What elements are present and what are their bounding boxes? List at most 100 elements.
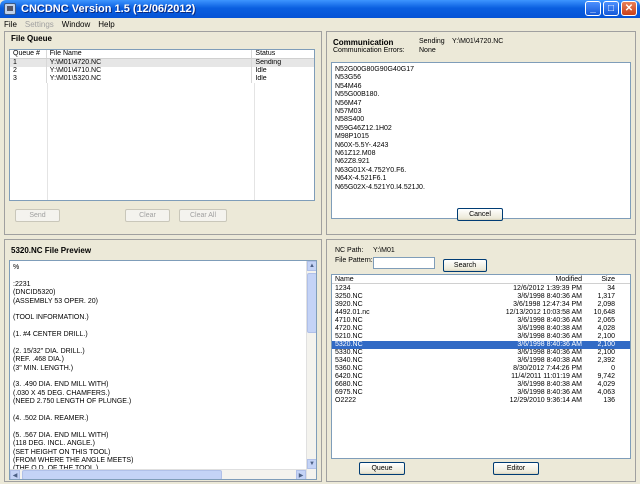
file-preview-text[interactable]: %:2231 (DNCID5320) (ASSEMBLY 53 OPER. 20) (… — [9, 260, 317, 480]
file-modified: 12/13/2012 10:03:58 AM — [505, 309, 582, 316]
file-name: O2222 — [335, 397, 357, 404]
queue-status: Idle — [255, 67, 267, 74]
queue-row[interactable]: 1 Y:\M01\4720.NC Sending — [10, 59, 314, 67]
file-row[interactable]: 1234 12/6/2012 1:39:39 PM 34 — [332, 285, 630, 293]
send-button[interactable]: Send — [15, 209, 60, 222]
file-row[interactable]: 4720.NC 3/6/1998 8:40:38 AM 4,028 — [332, 325, 630, 333]
file-size: 1,317 — [597, 293, 615, 300]
file-row[interactable]: O2222 12/29/2010 9:36:14 AM 136 — [332, 397, 630, 405]
comm-log-line: N60X-5.5Y-.4243 — [335, 141, 389, 149]
preview-line — [13, 407, 316, 415]
comm-log[interactable]: N52G00G80G90G40G17 N53G56 N54M46 N55G00B180… — [331, 62, 631, 219]
menu-help[interactable]: Help — [98, 20, 114, 29]
preview-line — [13, 340, 316, 348]
file-pattern-input[interactable] — [373, 257, 435, 269]
file-size: 2,100 — [597, 341, 615, 348]
scroll-thumb[interactable] — [307, 273, 316, 333]
hscroll-thumb[interactable] — [22, 470, 222, 479]
clear-button[interactable]: Clear — [125, 209, 170, 222]
queue-row[interactable]: 2 Y:\M01\4710.NC Idle — [10, 67, 314, 75]
file-name: 6975.NC — [335, 389, 363, 396]
file-row[interactable]: 5330.NC 3/6/1998 8:40:36 AM 2,100 — [332, 349, 630, 357]
file-name: 5330.NC — [335, 349, 363, 356]
queue-row[interactable]: 3 Y:\M01\5320.NC Idle — [10, 75, 314, 83]
preview-line: (.030 X 45 DEG. CHAMFERS.) — [13, 389, 110, 397]
file-row[interactable]: 6420.NC 11/4/2011 11:01:19 AM 9,742 — [332, 373, 630, 381]
file-row[interactable]: 6975.NC 3/6/1998 8:40:36 AM 4,063 — [332, 389, 630, 397]
file-list[interactable]: Name Modified Size 1234 12/6/2012 1:39:39… — [331, 274, 631, 459]
title-bar: CNCDNC Version 1.5 (12/06/2012) _ □ ✕ — [0, 0, 640, 18]
file-modified: 3/6/1998 12:47:34 PM — [513, 301, 582, 308]
queue-button[interactable]: Queue — [359, 462, 405, 475]
queue-num: 3 — [10, 75, 47, 83]
file-modified: 8/30/2012 7:44:26 PM — [513, 365, 582, 372]
file-size: 10,648 — [593, 309, 615, 316]
file-modified: 12/29/2010 9:36:14 AM — [509, 397, 582, 404]
preview-line: :2231 — [13, 280, 31, 288]
comm-log-line: N56M47 — [335, 99, 362, 107]
file-modified: 3/6/1998 8:40:36 AM — [517, 317, 582, 324]
grid-line — [47, 83, 48, 200]
file-modified: 3/6/1998 8:40:38 AM — [517, 357, 582, 364]
file-row[interactable]: 4710.NC 3/6/1998 8:40:36 AM 2,065 — [332, 317, 630, 325]
comm-log-line: N61Z12.M08 — [335, 150, 376, 158]
file-name: 4492.01.nc — [335, 309, 370, 316]
comm-log-line: N59G46Z12.1H02 — [335, 124, 392, 132]
search-button[interactable]: Search — [443, 259, 487, 272]
file-name: 4720.NC — [335, 325, 363, 332]
col-queue-num[interactable]: Queue # — [10, 50, 47, 58]
file-queue-list[interactable]: Queue # File Name Status 1 Y:\M01\4720.N… — [9, 49, 315, 201]
file-row[interactable]: 3920.NC 3/6/1998 12:47:34 PM 2,098 — [332, 301, 630, 309]
file-row[interactable]: 5210.NC 3/6/1998 8:40:36 AM 2,100 — [332, 333, 630, 341]
comm-log-line: N64X-4.521F6.1 — [335, 175, 387, 183]
preview-line: (REF. .468 DIA.) — [13, 356, 64, 364]
file-size: 2,098 — [597, 301, 615, 308]
close-button[interactable]: ✕ — [621, 1, 637, 16]
grid-line — [254, 83, 255, 200]
comm-status-file: Y:\M01\4720.NC — [452, 38, 504, 45]
file-row[interactable]: 6680.NC 3/6/1998 8:40:38 AM 4,029 — [332, 381, 630, 389]
file-name: 5340.NC — [335, 357, 363, 364]
file-size: 4,063 — [597, 389, 615, 396]
comm-log-line: N55G00B180. — [335, 91, 380, 99]
file-modified: 11/4/2011 11:01:19 AM — [511, 373, 582, 380]
scroll-down-icon[interactable]: ▼ — [307, 459, 316, 469]
file-modified: 12/6/2012 1:39:39 PM — [513, 285, 582, 292]
menu-window[interactable]: Window — [62, 20, 90, 29]
cancel-button[interactable]: Cancel — [457, 208, 503, 221]
file-row[interactable]: 3250.NC 3/6/1998 8:40:36 AM 1,317 — [332, 293, 630, 301]
minimize-button[interactable]: _ — [585, 1, 601, 16]
preview-line: (3. .490 DIA. END MILL WITH) — [13, 381, 109, 389]
col-name[interactable]: Name — [332, 275, 472, 283]
file-size: 9,742 — [597, 373, 615, 380]
preview-vscrollbar[interactable]: ▲ ▼ — [306, 261, 316, 479]
preview-line: (DNCID5320) — [13, 289, 56, 297]
editor-button[interactable]: Editor — [493, 462, 539, 475]
menu-file[interactable]: File — [4, 20, 17, 29]
scroll-up-icon[interactable]: ▲ — [307, 261, 316, 271]
file-modified: 3/6/1998 8:40:36 AM — [517, 333, 582, 340]
file-row[interactable]: 5320.NC 3/6/1998 8:40:36 AM 2,100 — [332, 341, 630, 349]
file-list-header: Name Modified Size — [332, 275, 630, 284]
scroll-right-icon[interactable]: ▶ — [296, 470, 306, 479]
communication-title: Communication — [333, 38, 394, 47]
file-row[interactable]: 5360.NC 8/30/2012 7:44:26 PM 0 — [332, 365, 630, 373]
file-row[interactable]: 4492.01.nc 12/13/2012 10:03:58 AM 10,648 — [332, 309, 630, 317]
col-status[interactable]: Status — [252, 50, 314, 58]
col-modified[interactable]: Modified — [472, 275, 582, 283]
file-size: 4,028 — [597, 325, 615, 332]
scroll-left-icon[interactable]: ◀ — [10, 470, 20, 479]
comm-log-line: N65G02X-4.521Y0.I4.521J0. — [335, 183, 425, 191]
col-file-name[interactable]: File Name — [47, 50, 253, 58]
file-size: 0 — [611, 365, 615, 372]
menu-settings[interactable]: Settings — [25, 20, 54, 29]
file-size: 34 — [607, 285, 615, 292]
clear-all-button[interactable]: Clear All — [179, 209, 227, 222]
file-row[interactable]: 5340.NC 3/6/1998 8:40:38 AM 2,392 — [332, 357, 630, 365]
comm-log-line: N54M46 — [335, 82, 362, 90]
col-size[interactable]: Size — [582, 275, 615, 283]
maximize-button[interactable]: □ — [603, 1, 619, 16]
file-size: 4,029 — [597, 381, 615, 388]
preview-line: (NEED 2.750 LENGTH OF PLUNGE.) — [13, 398, 132, 406]
preview-hscrollbar[interactable]: ◀ ▶ — [10, 469, 306, 479]
